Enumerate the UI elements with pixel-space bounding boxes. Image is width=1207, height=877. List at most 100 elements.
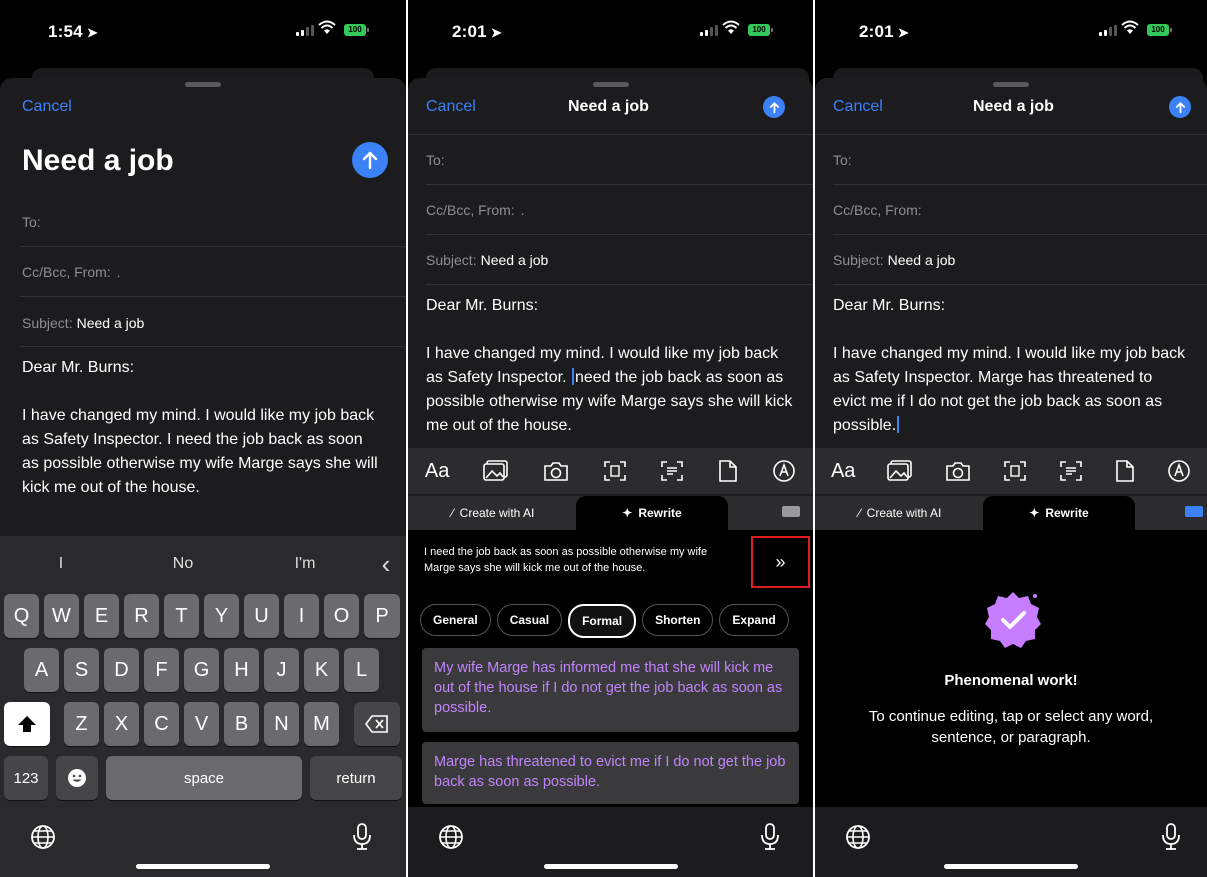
file-icon[interactable]	[1115, 459, 1135, 483]
tab-rewrite[interactable]: ✦ Rewrite	[983, 496, 1135, 530]
key-m[interactable]: M	[304, 702, 339, 746]
scan-text-icon[interactable]	[660, 460, 684, 482]
chip-formal[interactable]: Formal	[568, 604, 637, 638]
key-u[interactable]: U	[244, 594, 279, 638]
numbers-key[interactable]: 123	[4, 756, 48, 800]
chevron-left-icon[interactable]: ‹	[366, 549, 406, 580]
key-k[interactable]: K	[304, 648, 339, 692]
space-key[interactable]: space	[106, 756, 302, 800]
key-d[interactable]: D	[104, 648, 139, 692]
suggestion-word[interactable]: I	[0, 555, 122, 573]
tab-create-with-ai[interactable]: ⁄ Create with AI	[825, 496, 975, 530]
subject-value: Need a job	[480, 252, 549, 268]
key-x[interactable]: X	[104, 702, 139, 746]
key-f[interactable]: F	[144, 648, 179, 692]
key-p[interactable]: P	[364, 594, 400, 638]
cancel-button[interactable]: Cancel	[22, 98, 72, 116]
scan-document-icon[interactable]	[1003, 460, 1027, 482]
keyboard-icon[interactable]	[1185, 506, 1203, 517]
subject-label: Subject:	[426, 252, 477, 268]
divider	[20, 346, 406, 347]
globe-icon[interactable]	[845, 824, 871, 850]
key-v[interactable]: V	[184, 702, 219, 746]
key-o[interactable]: O	[324, 594, 359, 638]
key-q[interactable]: Q	[4, 594, 39, 638]
tab-create-with-ai[interactable]: ⁄ Create with AI	[418, 496, 568, 530]
format-button[interactable]: Aa	[425, 460, 449, 483]
chip-general[interactable]: General	[420, 604, 491, 636]
subject-field[interactable]: Subject: Need a job	[22, 315, 144, 333]
file-icon[interactable]	[718, 459, 738, 483]
key-j[interactable]: J	[264, 648, 299, 692]
key-a[interactable]: A	[24, 648, 59, 692]
chip-casual[interactable]: Casual	[496, 604, 563, 636]
microphone-icon[interactable]	[1161, 823, 1181, 851]
key-y[interactable]: Y	[204, 594, 239, 638]
send-button[interactable]	[763, 96, 785, 118]
scan-document-icon[interactable]	[603, 460, 627, 482]
key-g[interactable]: G	[184, 648, 219, 692]
to-field[interactable]: To:	[22, 214, 41, 232]
microphone-icon[interactable]	[760, 823, 780, 851]
subject-field[interactable]: Subject: Need a job	[833, 252, 955, 270]
key-l[interactable]: L	[344, 648, 379, 692]
predictive-bar: I No I'm ‹	[0, 536, 406, 592]
key-r[interactable]: R	[124, 594, 159, 638]
backspace-key[interactable]	[354, 702, 400, 746]
status-time: 1:54 ➤	[48, 22, 98, 41]
cancel-button[interactable]: Cancel	[833, 98, 883, 116]
tab-rewrite[interactable]: ✦ Rewrite	[576, 496, 728, 530]
markup-icon[interactable]	[772, 459, 796, 483]
expand-button[interactable]: »	[751, 536, 810, 588]
globe-icon[interactable]	[30, 824, 56, 850]
ccbcc-field[interactable]: Cc/Bcc, From:.	[426, 202, 525, 220]
key-b[interactable]: B	[224, 702, 259, 746]
return-key[interactable]: return	[310, 756, 402, 800]
key-t[interactable]: T	[164, 594, 199, 638]
markup-icon[interactable]	[1167, 459, 1191, 483]
photo-icon[interactable]	[887, 460, 913, 482]
to-field[interactable]: To:	[426, 152, 445, 170]
key-w[interactable]: W	[44, 594, 79, 638]
subject-field[interactable]: Subject: Need a job	[426, 252, 548, 270]
key-s[interactable]: S	[64, 648, 99, 692]
sheet-grabber[interactable]	[185, 82, 221, 87]
key-n[interactable]: N	[264, 702, 299, 746]
key-c[interactable]: C	[144, 702, 179, 746]
globe-icon[interactable]	[438, 824, 464, 850]
to-field[interactable]: To:	[833, 152, 852, 170]
key-i[interactable]: I	[284, 594, 319, 638]
ccbcc-field[interactable]: Cc/Bcc, From:	[833, 202, 922, 220]
sheet-grabber[interactable]	[993, 82, 1029, 87]
cancel-button[interactable]: Cancel	[426, 98, 476, 116]
suggestion-word[interactable]: I'm	[244, 555, 366, 573]
microphone-icon[interactable]	[352, 823, 372, 851]
photo-icon[interactable]	[483, 460, 509, 482]
ccbcc-field[interactable]: Cc/Bcc, From:.	[22, 264, 121, 282]
key-e[interactable]: E	[84, 594, 119, 638]
send-button[interactable]	[352, 142, 388, 178]
key-z[interactable]: Z	[64, 702, 99, 746]
shift-key[interactable]	[4, 702, 50, 746]
greeting: Dear Mr. Burns:	[833, 297, 946, 314]
scan-text-icon[interactable]	[1059, 460, 1083, 482]
key-h[interactable]: H	[224, 648, 259, 692]
suggestion-word[interactable]: No	[122, 555, 244, 573]
page-title: Need a job	[22, 144, 174, 177]
emoji-key[interactable]	[56, 756, 98, 800]
email-body[interactable]: I have changed my mind. I would like my …	[22, 404, 382, 500]
send-button[interactable]	[1169, 96, 1191, 118]
rewrite-suggestion[interactable]: Marge has threatened to evict me if I do…	[422, 742, 799, 804]
chip-shorten[interactable]: Shorten	[642, 604, 714, 636]
rewrite-suggestion[interactable]: My wife Marge has informed me that she w…	[422, 648, 799, 732]
ai-tabs: ⁄ Create with AI ✦ Rewrite	[408, 496, 813, 530]
battery-icon: 100	[748, 24, 773, 36]
email-body[interactable]: I have changed my mind. I would like my …	[426, 342, 796, 438]
sheet-grabber[interactable]	[592, 82, 629, 87]
chip-expand[interactable]: Expand	[719, 604, 789, 636]
camera-icon[interactable]	[543, 460, 569, 482]
camera-icon[interactable]	[945, 460, 971, 482]
email-body[interactable]: I have changed my mind. I would like my …	[833, 342, 1189, 438]
keyboard-icon[interactable]	[782, 506, 800, 517]
format-button[interactable]: Aa	[831, 460, 855, 483]
